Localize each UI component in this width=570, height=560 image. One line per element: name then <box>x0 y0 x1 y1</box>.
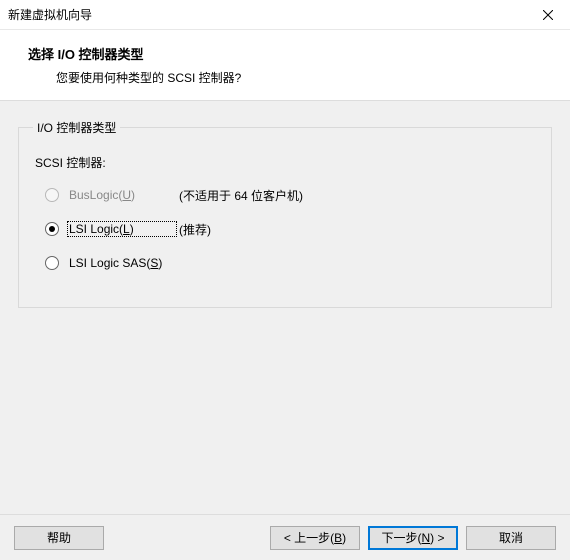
radio-buslogic: BusLogic(U) (不适用于 64 位客户机) <box>45 185 537 205</box>
radio-label-lsilogic-sas: LSI Logic SAS(S) <box>67 256 177 270</box>
radio-label-buslogic: BusLogic(U) <box>67 188 177 202</box>
titlebar: 新建虚拟机向导 <box>0 0 570 30</box>
radio-label-lsilogic: LSI Logic(L) <box>67 221 177 237</box>
page-title: 选择 I/O 控制器类型 <box>28 44 560 63</box>
radio-note-buslogic: (不适用于 64 位客户机) <box>179 187 303 204</box>
group-legend: I/O 控制器类型 <box>33 119 120 136</box>
back-button[interactable]: < 上一步(B) <box>270 526 360 550</box>
radio-input-buslogic <box>45 188 59 202</box>
content-area: I/O 控制器类型 SCSI 控制器: BusLogic(U) (不适用于 64… <box>0 101 570 514</box>
wizard-header: 选择 I/O 控制器类型 您要使用何种类型的 SCSI 控制器? <box>0 30 570 101</box>
radio-input-lsilogic-sas[interactable] <box>45 256 59 270</box>
close-button[interactable] <box>526 0 570 30</box>
page-subtitle: 您要使用何种类型的 SCSI 控制器? <box>28 69 560 86</box>
next-button[interactable]: 下一步(N) > <box>368 526 458 550</box>
button-bar: 帮助 < 上一步(B) 下一步(N) > 取消 <box>0 514 570 560</box>
radio-note-lsilogic: (推荐) <box>179 221 211 238</box>
radio-lsilogic[interactable]: LSI Logic(L) (推荐) <box>45 219 537 239</box>
io-controller-group: I/O 控制器类型 SCSI 控制器: BusLogic(U) (不适用于 64… <box>18 119 552 308</box>
help-button[interactable]: 帮助 <box>14 526 104 550</box>
cancel-button[interactable]: 取消 <box>466 526 556 550</box>
window-title: 新建虚拟机向导 <box>8 6 92 23</box>
radio-input-lsilogic[interactable] <box>45 222 59 236</box>
scsi-label: SCSI 控制器: <box>35 154 537 171</box>
radio-lsilogic-sas[interactable]: LSI Logic SAS(S) <box>45 253 537 273</box>
close-icon <box>543 10 553 20</box>
